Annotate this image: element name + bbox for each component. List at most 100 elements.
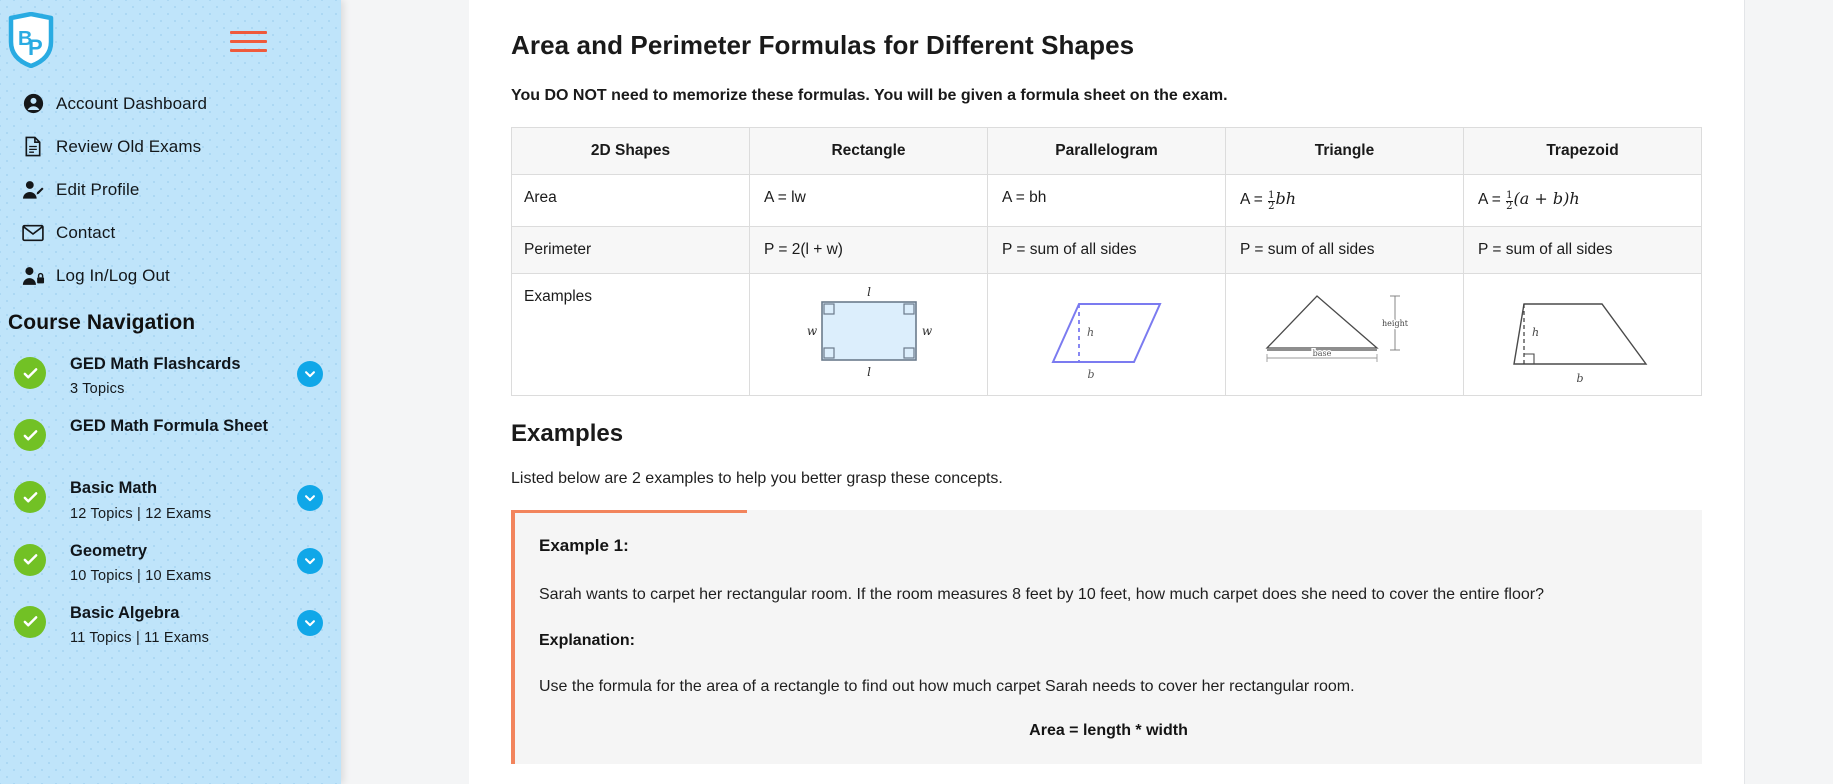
document-icon (10, 136, 56, 157)
rectangle-diagram: l l w w (749, 272, 988, 396)
course-name: Basic Math (70, 479, 158, 498)
table-row-perimeter: Perimeter P = 2(l + w) P = sum of all si… (511, 225, 1702, 274)
svg-text:b: b (1087, 368, 1094, 381)
triangle-diagram: base height (1225, 272, 1464, 396)
sidebar-item-log-in-log-out[interactable]: Log In/Log Out (0, 254, 341, 297)
account-nav: Account Dashboard Review Old Exams Edit … (0, 82, 341, 297)
sidebar-item-label: Review Old Exams (56, 136, 202, 156)
perimeter-trapezoid: P = sum of all sides (1463, 225, 1702, 274)
svg-text:b: b (1576, 372, 1583, 385)
formula-suffix: (a + b)h (1513, 189, 1580, 208)
course-item-basic-algebra[interactable]: Basic Algebra 11 Topics | 11 Exams (0, 594, 341, 656)
perimeter-parallelogram: P = sum of all sides (987, 225, 1226, 274)
layout-gutter (341, 0, 469, 784)
svg-text:P: P (28, 35, 43, 60)
formula-prefix: A = (1240, 191, 1268, 208)
course-meta: 11 Topics | 11 Exams (70, 630, 210, 647)
row-label: Examples (511, 272, 750, 396)
chevron-down-icon[interactable] (297, 361, 323, 387)
sidebar-item-label: Edit Profile (56, 179, 140, 199)
hamburger-menu-icon[interactable] (230, 25, 267, 58)
svg-text:l: l (867, 285, 871, 299)
svg-text:w: w (921, 324, 932, 338)
page-title: Area and Perimeter Formulas for Differen… (511, 30, 1135, 60)
svg-text:base: base (1312, 349, 1331, 358)
check-complete-icon (14, 357, 46, 389)
parallelogram-diagram: h b (987, 272, 1226, 396)
formula-suffix: bh (1275, 189, 1297, 208)
bp-shield-logo[interactable]: B P (8, 11, 54, 69)
perimeter-triangle: P = sum of all sides (1225, 225, 1464, 274)
sidebar-item-account-dashboard[interactable]: Account Dashboard (0, 82, 341, 125)
svg-text:height: height (1382, 319, 1409, 328)
chevron-down-icon[interactable] (297, 609, 323, 636)
table-header-cell: Parallelogram (987, 127, 1226, 175)
course-navigation-title: Course Navigation (8, 311, 196, 334)
row-label: Area (511, 174, 750, 227)
content-wrapper: Area and Perimeter Formulas for Differen… (469, 0, 1833, 784)
svg-text:l: l (867, 365, 871, 379)
page-root: B P Account Dashboard Review Old Exams E… (0, 0, 1833, 784)
examples-intro: Listed below are 2 examples to help you … (511, 469, 1003, 487)
sidebar-item-label: Account Dashboard (56, 93, 208, 113)
course-item-ged-math-formula-sheet[interactable]: GED Math Formula Sheet (0, 407, 341, 469)
example-explanation-label: Explanation: (539, 631, 636, 649)
sidebar-item-contact[interactable]: Contact (0, 211, 341, 254)
course-name: GED Math Flashcards (70, 355, 241, 373)
envelope-icon (10, 224, 56, 242)
course-name: Basic Algebra (70, 603, 180, 622)
user-lock-icon (10, 266, 56, 286)
table-header-cell: 2D Shapes (511, 127, 750, 175)
course-item-basic-math[interactable]: Basic Math 12 Topics | 12 Exams (0, 469, 341, 531)
check-complete-icon (14, 543, 46, 576)
fraction-one-half: 12 (1268, 189, 1275, 212)
example-explanation-text: Use the formula for the area of a rectan… (539, 677, 1355, 695)
check-complete-icon (14, 605, 46, 638)
trapezoid-diagram: h b (1463, 272, 1702, 396)
examples-heading: Examples (511, 419, 624, 447)
sidebar-item-review-old-exams[interactable]: Review Old Exams (0, 125, 341, 168)
table-header-row: 2D Shapes Rectangle Parallelogram Triang… (511, 127, 1702, 175)
course-list: GED Math Flashcards 3 Topics GED Math Fo… (0, 345, 341, 656)
sidebar-header: B P (0, 0, 341, 78)
perimeter-rectangle: P = 2(l + w) (749, 225, 988, 274)
example-formula: Area = length * width (1029, 721, 1188, 739)
table-header-cell: Trapezoid (1463, 127, 1702, 175)
row-label: Perimeter (511, 225, 750, 274)
svg-text:h: h (1087, 326, 1094, 339)
course-item-geometry[interactable]: Geometry 10 Topics | 10 Exams (0, 532, 341, 594)
area-triangle: A = 1 2 bh (1225, 174, 1464, 227)
svg-text:h: h (1532, 326, 1539, 339)
formula-prefix: A = (1478, 191, 1506, 208)
course-meta: 10 Topics | 10 Exams (70, 567, 212, 584)
course-name: Geometry (70, 541, 148, 560)
sidebar-item-edit-profile[interactable]: Edit Profile (0, 168, 341, 211)
fraction-one-half: 12 (1506, 189, 1513, 212)
course-meta: 12 Topics | 12 Exams (70, 505, 212, 522)
sidebar: B P Account Dashboard Review Old Exams E… (0, 0, 341, 784)
table-row-area: Area A = lw A = bh A = 1 2 bh A = 1 2 (a + b… (511, 174, 1702, 227)
table-header-cell: Triangle (1225, 127, 1464, 175)
right-pane (1744, 0, 1833, 784)
formula-table: 2D Shapes Rectangle Parallelogram Triang… (511, 127, 1702, 396)
area-parallelogram: A = bh (987, 174, 1226, 227)
user-circle-icon (10, 93, 56, 114)
example-title: Example 1: (539, 535, 629, 555)
course-name: GED Math Formula Sheet (70, 417, 269, 436)
course-meta: 3 Topics (70, 381, 125, 398)
user-edit-icon (10, 180, 56, 200)
course-item-ged-math-flashcards[interactable]: GED Math Flashcards 3 Topics (0, 345, 341, 407)
page-subtitle: You DO NOT need to memorize these formul… (511, 87, 1228, 104)
table-header-cell: Rectangle (749, 127, 988, 175)
sidebar-item-label: Contact (56, 222, 116, 242)
chevron-down-icon[interactable] (297, 547, 323, 574)
sidebar-item-label: Log In/Log Out (56, 265, 170, 285)
example-question: Sarah wants to carpet her rectangular ro… (539, 585, 1544, 603)
area-rectangle: A = lw (749, 174, 988, 227)
main-content: Area and Perimeter Formulas for Differen… (469, 0, 1744, 784)
table-row-examples: Examples l l w w h b base height h b (511, 272, 1702, 396)
area-trapezoid: A = 1 2 (a + b)h (1463, 174, 1702, 227)
check-complete-icon (14, 419, 46, 452)
example-1-box: Example 1: Sarah wants to carpet her rec… (511, 509, 1702, 764)
svg-text:w: w (806, 324, 817, 338)
